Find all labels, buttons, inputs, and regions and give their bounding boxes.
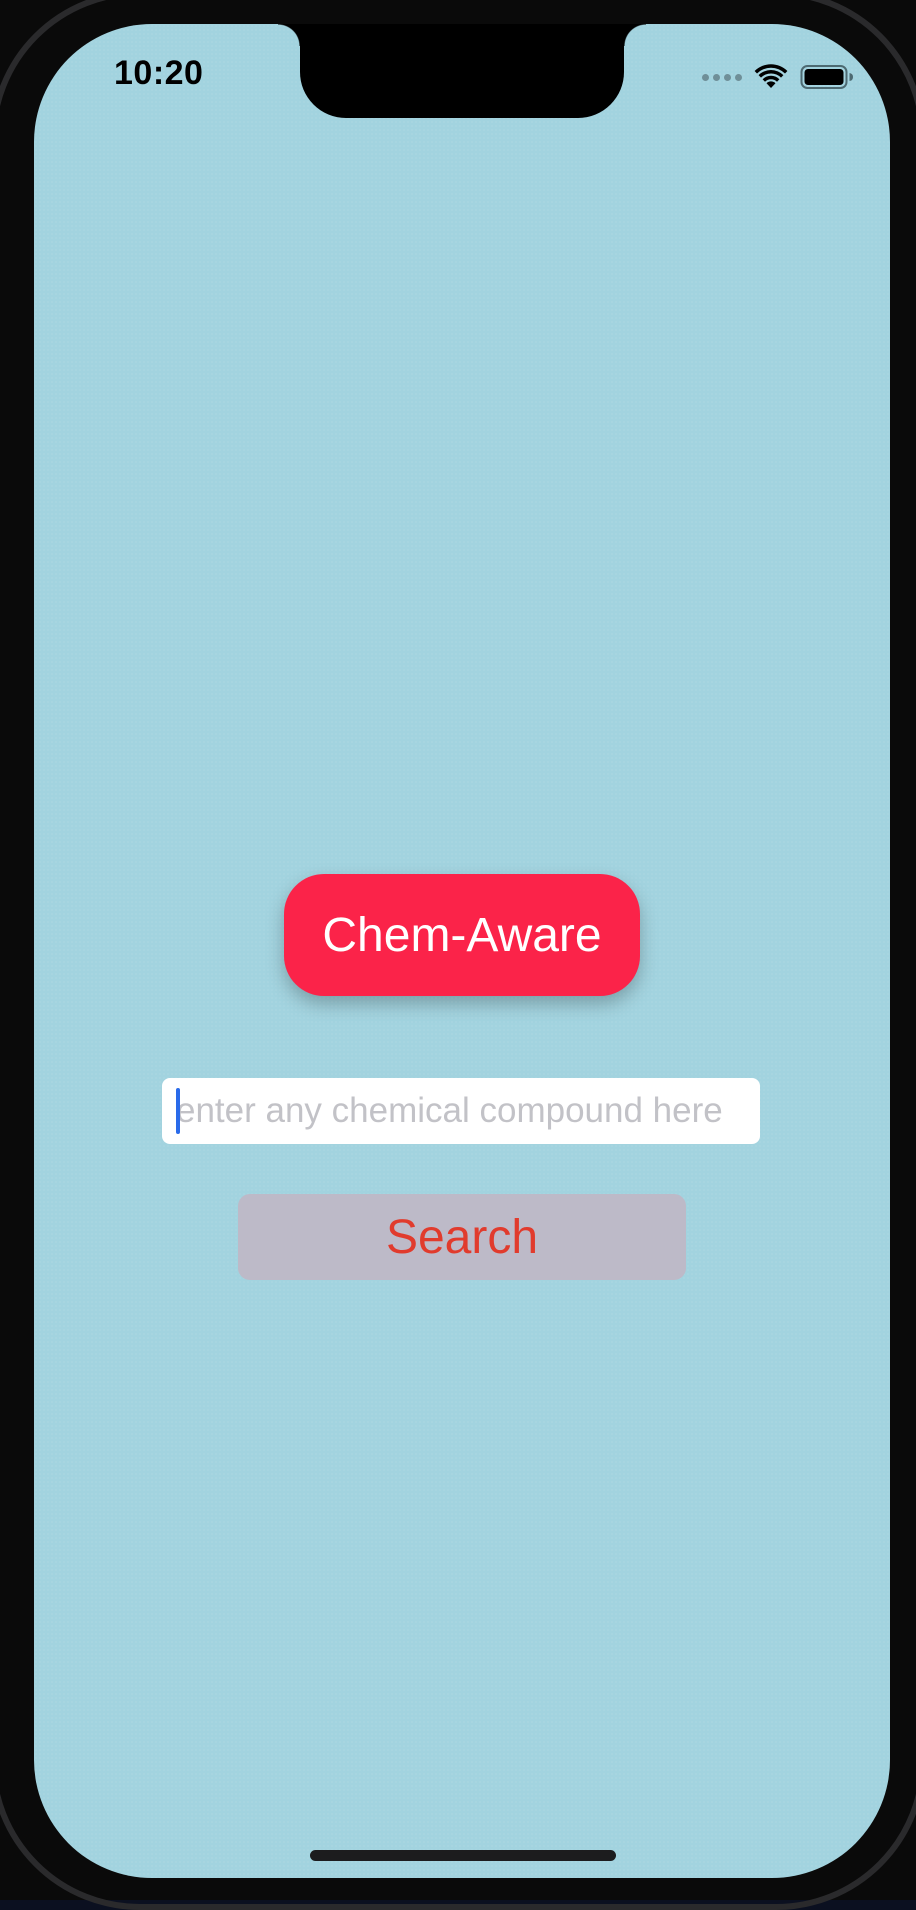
device-frame: 10:20 Chem-Aware Search: [0, 0, 916, 1910]
app-title-badge: Chem-Aware: [284, 874, 640, 996]
wifi-icon: [754, 64, 788, 88]
status-bar-icons: [702, 60, 854, 94]
status-bar-time: 10:20: [114, 54, 204, 92]
text-cursor: [176, 1088, 180, 1134]
search-button[interactable]: Search: [238, 1194, 686, 1280]
app-screen: 10:20 Chem-Aware Search: [34, 24, 890, 1878]
camera-notch: [278, 24, 646, 118]
compound-search-input[interactable]: [162, 1078, 760, 1144]
battery-icon: [800, 65, 853, 89]
home-indicator[interactable]: [310, 1850, 616, 1861]
cellular-signal-icon: [702, 73, 742, 81]
